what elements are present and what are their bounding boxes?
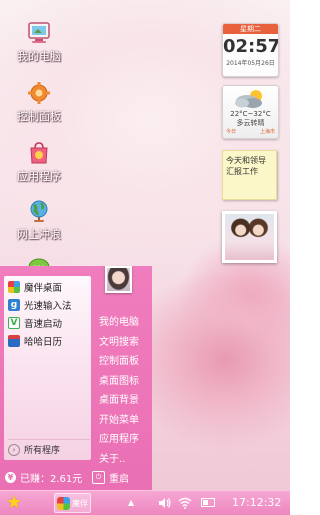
- weather-city-label: 上海市: [259, 129, 275, 135]
- power-icon: ⏻: [92, 470, 105, 484]
- desktop-icon-control-panel[interactable]: 控制面板: [8, 80, 70, 124]
- start-menu-item-mobo[interactable]: 魔伴桌面: [4, 278, 91, 296]
- desktop-icon-label: 我的电脑: [17, 50, 61, 63]
- taskbar: ★ 魔伴 ▲ 17:12:32: [0, 490, 290, 515]
- taskbar-app-mobo[interactable]: 魔伴: [54, 493, 91, 513]
- restart-button[interactable]: ⏻ 重启: [92, 470, 129, 485]
- clock-time: 02:57: [223, 36, 279, 57]
- battery-icon[interactable]: [201, 498, 215, 507]
- all-programs-button[interactable]: › 所有程序: [8, 439, 90, 456]
- start-menu-item-input-method[interactable]: g 光速输入法: [4, 296, 91, 314]
- start-menu-link-my-computer[interactable]: 我的电脑: [99, 313, 149, 333]
- desktop-screen: 我的电脑 控制面板 应用程序 网上冲浪 星期二 02:57 2014年05月26…: [0, 0, 290, 515]
- taskbar-clock[interactable]: 17:12:32: [232, 491, 281, 515]
- taskbar-app-label: 魔伴: [72, 498, 88, 508]
- clock-weekday: 星期二: [223, 24, 278, 34]
- sticky-note-widget[interactable]: 今天和领导汇报工作: [222, 150, 277, 200]
- start-star-icon[interactable]: ★: [6, 493, 22, 513]
- internet-globe-icon: [26, 198, 52, 224]
- start-menu-item-label: 音速启动: [24, 319, 63, 330]
- weather-widget[interactable]: 22°C~32°C 多云转晴 今日 上海市: [222, 85, 279, 139]
- wifi-icon[interactable]: [178, 491, 192, 515]
- desktop-icon-applications[interactable]: 应用程序: [8, 140, 70, 184]
- control-panel-icon: [26, 80, 52, 106]
- start-menu-link-search[interactable]: 文明搜索: [99, 333, 149, 353]
- start-menu-link-control-panel[interactable]: 控制面板: [99, 352, 149, 372]
- start-menu-item-label: 哈哈日历: [24, 337, 63, 348]
- desktop-icon-label: 应用程序: [17, 170, 61, 183]
- mobo-desktop-icon: [8, 281, 20, 293]
- mobo-app-icon: [57, 496, 70, 510]
- start-menu-link-start-menu[interactable]: 开始菜单: [99, 411, 149, 431]
- clock-widget[interactable]: 星期二 02:57 2014年05月26日: [222, 23, 279, 77]
- weather-temperature: 22°C~32°C: [230, 110, 271, 118]
- quick-launch-icon: V: [8, 317, 20, 329]
- start-menu-left-pane: 魔伴桌面 g 光速输入法 V 音速启动 哈哈日历 › 所有程序: [4, 276, 91, 460]
- arrow-right-icon: ›: [8, 443, 20, 456]
- start-menu-footer: ¥ 已赚：2.61元 ⏻ 重启: [0, 464, 152, 490]
- my-computer-icon: [26, 20, 52, 46]
- tray-up-arrow-icon[interactable]: ▲: [128, 491, 134, 515]
- desktop-icon-label: 网上冲浪: [17, 228, 61, 241]
- sticky-note-text: 今天和领导汇报工作: [226, 156, 266, 176]
- coin-icon: ¥: [5, 471, 16, 483]
- earnings-display: ¥ 已赚：2.61元: [5, 470, 92, 485]
- cloud-sun-icon: [223, 86, 278, 110]
- input-method-icon: g: [8, 299, 20, 311]
- weather-day-label: 今日: [226, 129, 237, 135]
- desktop-icon-label: 控制面板: [17, 110, 61, 123]
- applications-icon: [26, 140, 52, 166]
- earnings-label: 已赚：2.61元: [20, 473, 83, 485]
- start-menu-link-desktop-icons[interactable]: 桌面图标: [99, 372, 149, 392]
- start-menu-item-calendar[interactable]: 哈哈日历: [4, 332, 91, 350]
- start-menu-link-applications[interactable]: 应用程序: [99, 430, 149, 450]
- photo-frame-widget[interactable]: [222, 211, 277, 263]
- start-menu-right-list: 我的电脑 文明搜索 控制面板 桌面图标 桌面背景 开始菜单 应用程序 关于..: [99, 313, 149, 469]
- all-programs-label: 所有程序: [24, 446, 61, 456]
- restart-label: 重启: [109, 473, 129, 485]
- start-menu-item-label: 魔伴桌面: [24, 283, 63, 294]
- start-menu: 魔伴桌面 g 光速输入法 V 音速启动 哈哈日历 › 所有程序 我的电脑 文明搜…: [0, 266, 152, 490]
- start-menu-item-quick-launch[interactable]: V 音速启动: [4, 314, 91, 332]
- desktop-icon-my-computer[interactable]: 我的电脑: [8, 20, 70, 64]
- start-menu-link-desktop-background[interactable]: 桌面背景: [99, 391, 149, 411]
- photo-image: [225, 214, 274, 260]
- avatar[interactable]: [105, 266, 132, 293]
- desktop-icon-internet[interactable]: 网上冲浪: [8, 198, 70, 242]
- clock-date: 2014年05月26日: [226, 60, 275, 67]
- start-menu-item-label: 光速输入法: [24, 301, 72, 312]
- calendar-icon: [8, 335, 20, 347]
- weather-condition: 多云转晴: [236, 119, 265, 127]
- volume-icon[interactable]: [158, 491, 171, 515]
